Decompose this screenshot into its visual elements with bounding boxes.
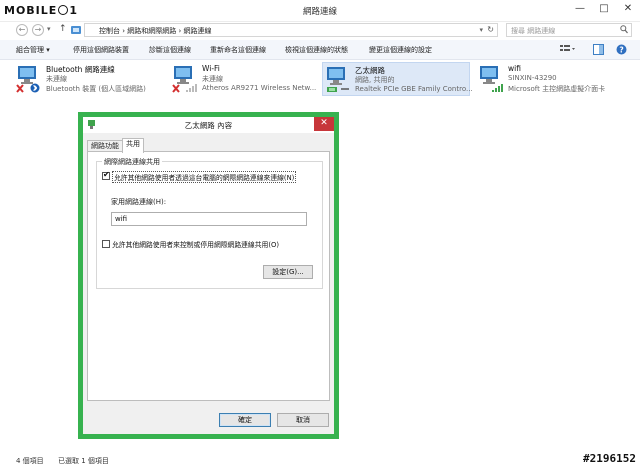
settings-button[interactable]: 設定(G)...: [263, 265, 313, 279]
svg-text:?: ?: [619, 45, 623, 54]
address-dropdown-icon[interactable]: ▾: [479, 26, 483, 34]
maximize-button[interactable]: □: [592, 0, 616, 20]
diagnose-button[interactable]: 診斷這個連線: [149, 45, 191, 55]
wifi-connected-icon: [478, 64, 503, 92]
change-settings-button[interactable]: 變更這個連線的設定: [369, 45, 432, 55]
status-bar: 4 個項目 已選取 1 個項目: [0, 452, 640, 472]
sharing-panel: 網際網路連線共用 允許其他網路使用者透過這台電腦的網際網路連線來連線(N) 家用…: [87, 151, 330, 401]
refresh-icon[interactable]: ↻: [487, 25, 494, 34]
control-panel-icon: [71, 25, 81, 35]
connection-name: wifi: [508, 64, 521, 73]
view-status-button[interactable]: 檢視這個連線的狀態: [285, 45, 348, 55]
item-count: 4 個項目: [16, 457, 44, 465]
allow-share-label[interactable]: 允許其他網路使用者透過這台電腦的網際網路連線來連線(N): [112, 171, 297, 183]
breadcrumb[interactable]: 控制台 › 網路和網際網路 › 網路連線: [99, 26, 212, 36]
help-icon[interactable]: ?: [616, 44, 628, 55]
ok-button[interactable]: 確定: [219, 413, 271, 427]
ics-group-label: 網際網路連線共用: [102, 157, 162, 167]
connection-status: 未連線: [46, 75, 67, 83]
up-button[interactable]: ↑: [59, 24, 67, 34]
connection-item-hosted-wifi[interactable]: wifi SINXIN-43290 Microsoft 主控網路虛擬介面卡: [476, 62, 626, 96]
tab-sharing[interactable]: 共用: [122, 138, 144, 153]
connection-device: Realtek PCIe GBE Family Contro...: [355, 85, 473, 93]
allow-control-label[interactable]: 允許其他網路使用者來控制或停用網際網路連線共用(O): [112, 239, 279, 249]
ics-group: 網際網路連線共用 允許其他網路使用者透過這台電腦的網際網路連線來連線(N) 家用…: [96, 157, 323, 289]
dialog-title: 乙太網路 內容: [184, 121, 233, 130]
connection-item-wifi[interactable]: Wi-Fi 未連線 Atheros AR9271 Wireless Netw..…: [170, 62, 318, 96]
ethernet-properties-dialog: 乙太網路 內容 ✕ 網路功能 共用 網際網路連線共用 允許其他網路使用者透過這台…: [83, 117, 334, 434]
rename-button[interactable]: 重新命名這個連線: [210, 45, 266, 55]
connection-device: Bluetooth 裝置 (個人區域網路): [46, 85, 146, 93]
command-toolbar: 組合管理 ▾ 停用這個網路裝置 診斷這個連線 重新命名這個連線 檢視這個連線的狀…: [0, 40, 640, 60]
connection-item-bluetooth[interactable]: Bluetooth 網路連線 未連線 Bluetooth 裝置 (個人區域網路): [14, 62, 164, 96]
allow-share-checkbox[interactable]: [102, 170, 110, 180]
address-row: ← → ▾ ↑ 控制台 › 網路和網際網路 › 網路連線 ▾ ↻ 搜尋 網路連線: [0, 22, 640, 38]
connection-device: Atheros AR9271 Wireless Netw...: [202, 84, 317, 92]
organize-menu[interactable]: 組合管理 ▾: [16, 45, 50, 55]
disable-device-button[interactable]: 停用這個網路裝置: [73, 45, 129, 55]
watermark: #2196152: [583, 452, 636, 465]
search-icon: [620, 25, 628, 36]
search-input[interactable]: 搜尋 網路連線: [506, 23, 632, 37]
recent-locations-button[interactable]: ▾: [47, 25, 51, 33]
connection-item-ethernet[interactable]: 乙太網路 網路, 共用的 Realtek PCIe GBE Family Con…: [322, 62, 473, 96]
bluetooth-network-icon: [16, 64, 40, 93]
forward-button[interactable]: →: [32, 24, 44, 36]
allow-control-checkbox[interactable]: [102, 240, 110, 248]
minimize-button[interactable]: —: [568, 0, 592, 20]
back-button[interactable]: ←: [16, 24, 28, 36]
connection-status: 網路, 共用的: [355, 76, 395, 84]
connection-status: 未連線: [202, 75, 223, 83]
connection-name: Wi-Fi: [202, 64, 220, 73]
cancel-button[interactable]: 取消: [277, 413, 329, 427]
network-connections-window: MOBILE 1 網路連線 — □ ✕ ← → ▾ ↑ 控制台 › 網路和網際網路…: [0, 0, 640, 472]
dialog-highlight-frame: 乙太網路 內容 ✕ 網路功能 共用 網際網路連線共用 允許其他網路使用者透過這台…: [78, 112, 339, 439]
dialog-close-button[interactable]: ✕: [314, 117, 334, 131]
home-network-input[interactable]: wifi: [111, 212, 307, 226]
close-window-button[interactable]: ✕: [616, 0, 640, 20]
title-bar: MOBILE 1 網路連線 — □ ✕: [0, 0, 640, 22]
preview-pane-icon[interactable]: [593, 44, 605, 55]
selected-count: 已選取 1 個項目: [58, 457, 109, 465]
window-title: 網路連線: [302, 7, 337, 17]
address-bar[interactable]: 控制台 › 網路和網際網路 › 網路連線 ▾ ↻: [84, 23, 498, 37]
home-network-label: 家用網路連線(H):: [111, 198, 167, 206]
ethernet-network-icon: [325, 65, 349, 93]
search-placeholder: 搜尋 網路連線: [511, 27, 556, 35]
connection-status: SINXIN-43290: [508, 74, 557, 82]
dialog-title-bar: 乙太網路 內容 ✕: [83, 117, 334, 133]
connection-device: Microsoft 主控網路虛擬介面卡: [508, 85, 606, 93]
view-options-icon[interactable]: [560, 44, 575, 55]
wifi-network-icon: [172, 64, 197, 93]
